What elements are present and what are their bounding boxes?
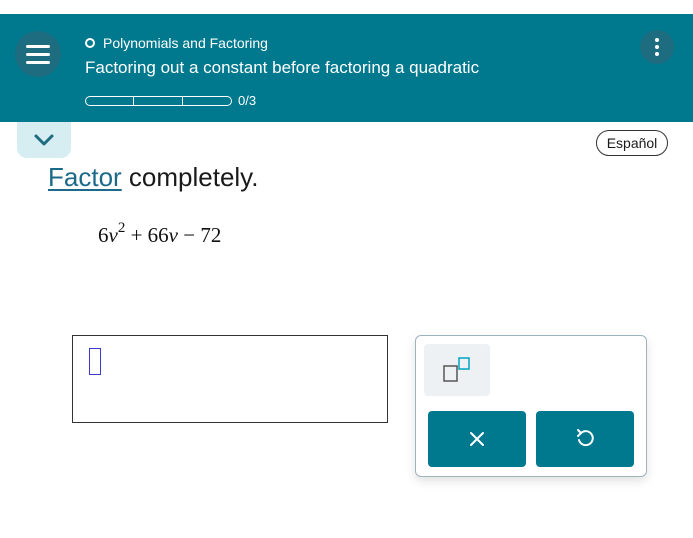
topic-row: Polynomials and Factoring (85, 35, 268, 51)
prompt-text: completely. (121, 162, 259, 192)
expr-variable-2: v (168, 223, 178, 247)
top-strip (0, 0, 693, 14)
exponent-button[interactable] (424, 344, 490, 396)
topic-label: Polynomials and Factoring (103, 35, 268, 51)
undo-icon (577, 429, 594, 447)
exponent-template-icon (443, 357, 470, 382)
math-expression: 6v2 + 66v − 72 (98, 220, 222, 248)
progress-text: 0/3 (238, 93, 257, 108)
progress-segment (183, 95, 232, 106)
vertical-dots-icon (655, 38, 659, 42)
hamburger-icon-line (26, 52, 50, 56)
collapse-header-button[interactable] (17, 122, 71, 158)
factor-definition-link[interactable]: Factor (48, 162, 122, 192)
vertical-dots-icon-dot (655, 52, 659, 56)
header-bar: Polynomials and Factoring Factoring out … (0, 14, 693, 122)
answer-input[interactable] (72, 335, 388, 423)
more-options-button[interactable] (640, 30, 674, 64)
topic-circle-icon (85, 38, 95, 48)
language-button[interactable]: Español (596, 130, 668, 156)
expr-exponent: 2 (117, 220, 126, 236)
expr-coefficient: 6 (98, 223, 109, 247)
undo-button[interactable] (536, 411, 634, 467)
vertical-dots-icon-dot (655, 45, 659, 49)
problem-prompt: Factor completely. (48, 162, 258, 193)
x-icon (470, 432, 484, 446)
expr-variable: v (108, 223, 118, 247)
lesson-title: Factoring out a constant before factorin… (85, 58, 480, 77)
chevron-down-icon (34, 134, 54, 146)
hamburger-icon-line (26, 60, 50, 64)
math-keypad (415, 335, 647, 477)
progress-segment (134, 95, 183, 106)
input-cursor-box (89, 348, 101, 375)
progress-row: 0/3 (85, 93, 256, 108)
progress-segment (85, 95, 134, 106)
expr-middle-term: + 66 (125, 223, 169, 247)
hamburger-icon (26, 44, 50, 48)
clear-button[interactable] (428, 411, 526, 467)
menu-button[interactable] (15, 31, 61, 77)
progress-bar (85, 95, 232, 106)
expr-constant-term: − 72 (178, 223, 222, 247)
